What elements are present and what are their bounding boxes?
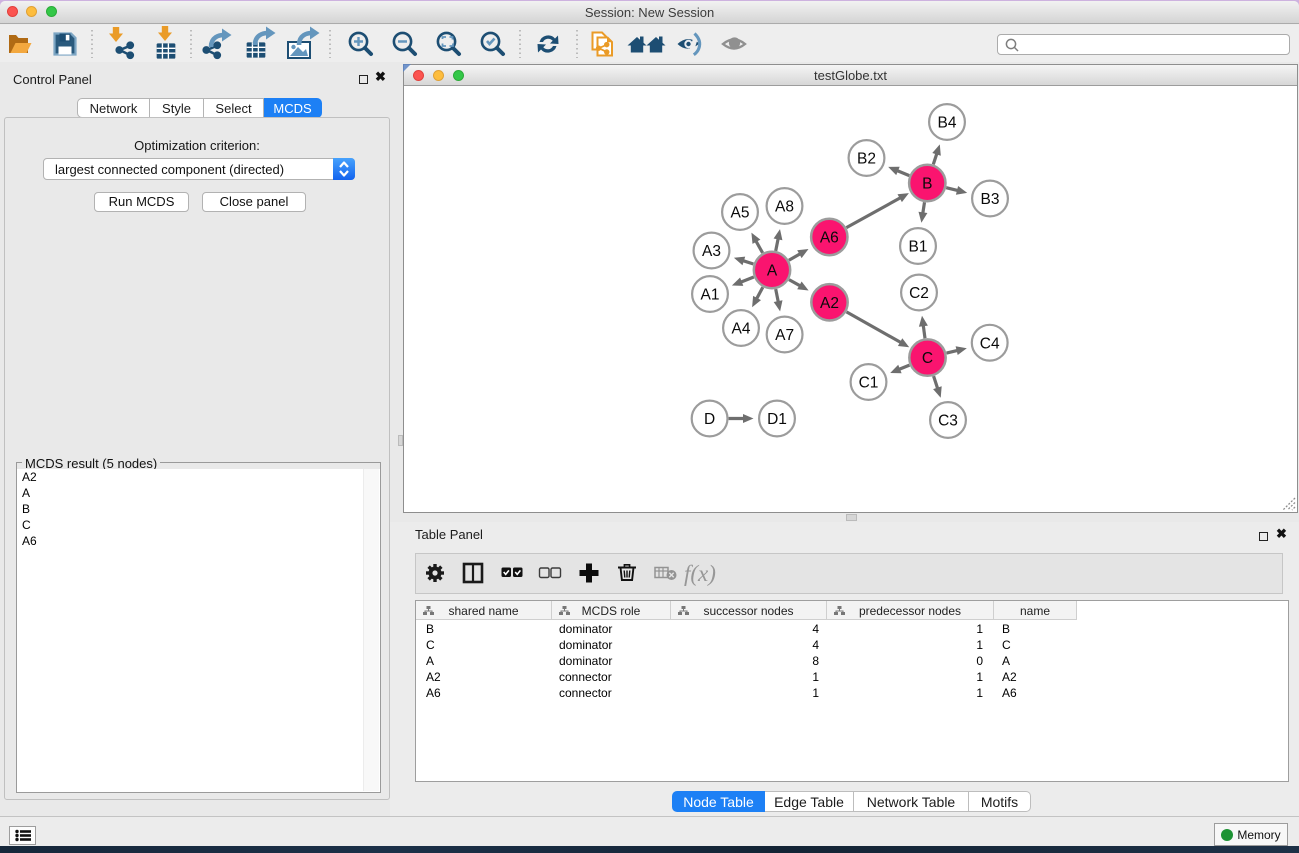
svg-text:D1: D1: [767, 411, 787, 428]
svg-text:B3: B3: [981, 191, 1000, 208]
svg-text:B1: B1: [909, 239, 928, 256]
svg-text:A8: A8: [775, 199, 794, 216]
svg-text:B4: B4: [938, 115, 957, 132]
svg-text:C3: C3: [938, 413, 958, 430]
svg-text:D: D: [704, 411, 715, 428]
svg-text:C1: C1: [859, 375, 879, 392]
svg-text:C2: C2: [909, 285, 929, 302]
svg-text:B: B: [922, 176, 932, 193]
svg-text:C: C: [922, 350, 933, 367]
svg-text:A4: A4: [732, 321, 751, 338]
svg-text:B2: B2: [857, 151, 876, 168]
svg-text:A3: A3: [702, 243, 721, 260]
svg-text:C4: C4: [980, 335, 1000, 352]
svg-text:A2: A2: [820, 295, 839, 312]
svg-text:A6: A6: [820, 230, 839, 247]
svg-text:A: A: [767, 263, 778, 280]
svg-text:A7: A7: [775, 327, 794, 344]
svg-text:A1: A1: [701, 287, 720, 304]
svg-text:A5: A5: [731, 205, 750, 222]
svg-text:f(x): f(x): [684, 561, 716, 586]
